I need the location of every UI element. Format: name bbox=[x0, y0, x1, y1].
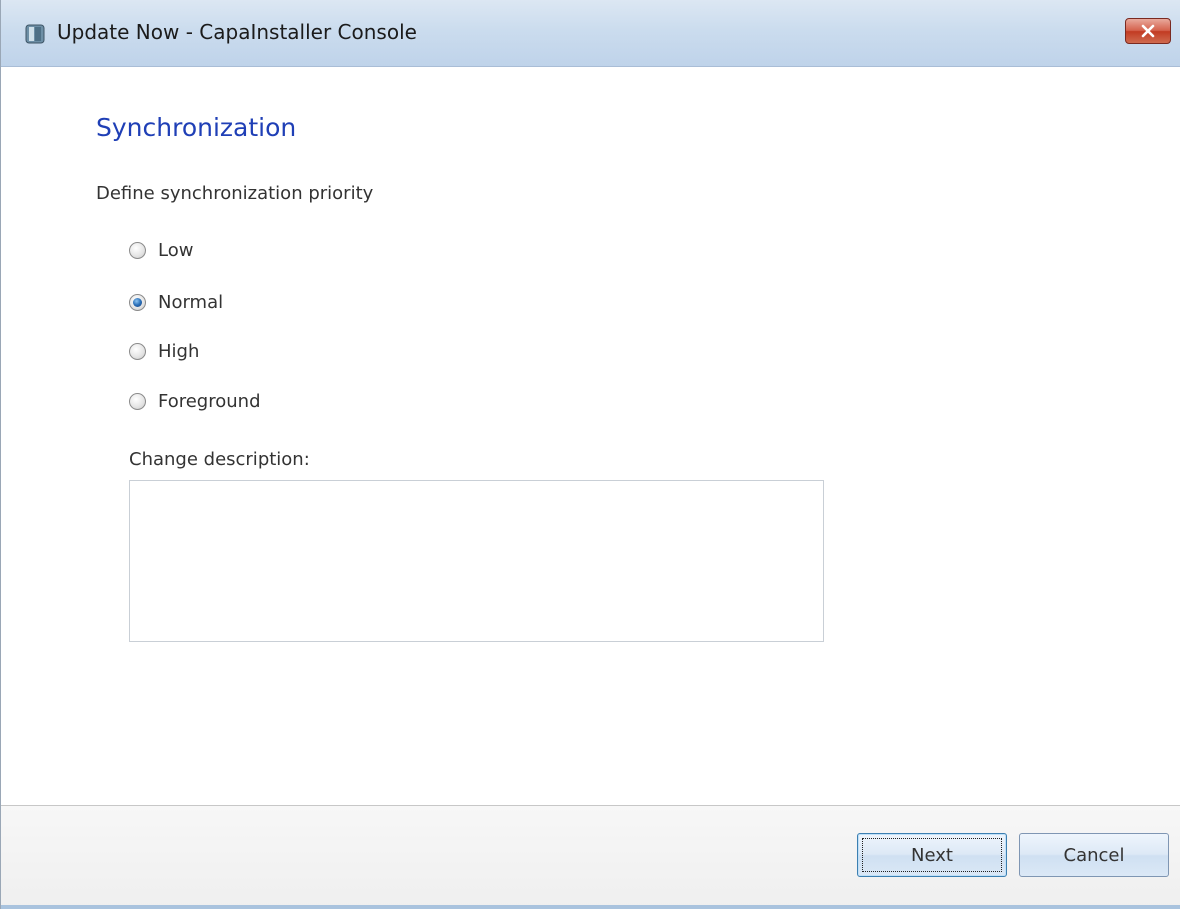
radio-label: Foreground bbox=[158, 390, 261, 412]
radio-option-low[interactable]: Low bbox=[129, 236, 193, 264]
change-description-label: Change description: bbox=[129, 449, 310, 470]
page-title: Synchronization bbox=[96, 113, 297, 142]
dialog-footer: Next Cancel bbox=[1, 805, 1180, 909]
radio-label: Low bbox=[158, 239, 194, 261]
radio-label: Normal bbox=[158, 291, 224, 313]
radio-button[interactable] bbox=[129, 392, 146, 410]
dialog-window: Update Now - CapaInstaller Console Synch… bbox=[0, 0, 1180, 909]
radio-button[interactable] bbox=[129, 342, 146, 360]
dialog-content: Synchronization Define synchronization p… bbox=[1, 67, 1180, 805]
focus-ring bbox=[862, 838, 1002, 872]
radio-option-foreground[interactable]: Foreground bbox=[129, 387, 261, 415]
change-description-field[interactable] bbox=[129, 480, 824, 642]
close-button[interactable] bbox=[1125, 18, 1171, 44]
window-title: Update Now - CapaInstaller Console bbox=[57, 20, 417, 44]
cancel-button[interactable]: Cancel bbox=[1019, 833, 1169, 877]
radio-option-normal[interactable]: Normal bbox=[129, 288, 223, 316]
next-button[interactable]: Next bbox=[857, 833, 1007, 877]
window-bottom-border bbox=[1, 905, 1180, 909]
title-bar[interactable]: Update Now - CapaInstaller Console bbox=[1, 0, 1180, 67]
radio-button[interactable] bbox=[129, 241, 146, 259]
cancel-button-label: Cancel bbox=[1063, 844, 1125, 866]
radio-button[interactable] bbox=[129, 293, 146, 311]
close-icon bbox=[1141, 24, 1155, 38]
radio-option-high[interactable]: High bbox=[129, 337, 199, 365]
radio-label: High bbox=[158, 340, 200, 362]
instruction-text: Define synchronization priority bbox=[96, 183, 374, 204]
capainstaller-app-icon bbox=[23, 22, 47, 46]
